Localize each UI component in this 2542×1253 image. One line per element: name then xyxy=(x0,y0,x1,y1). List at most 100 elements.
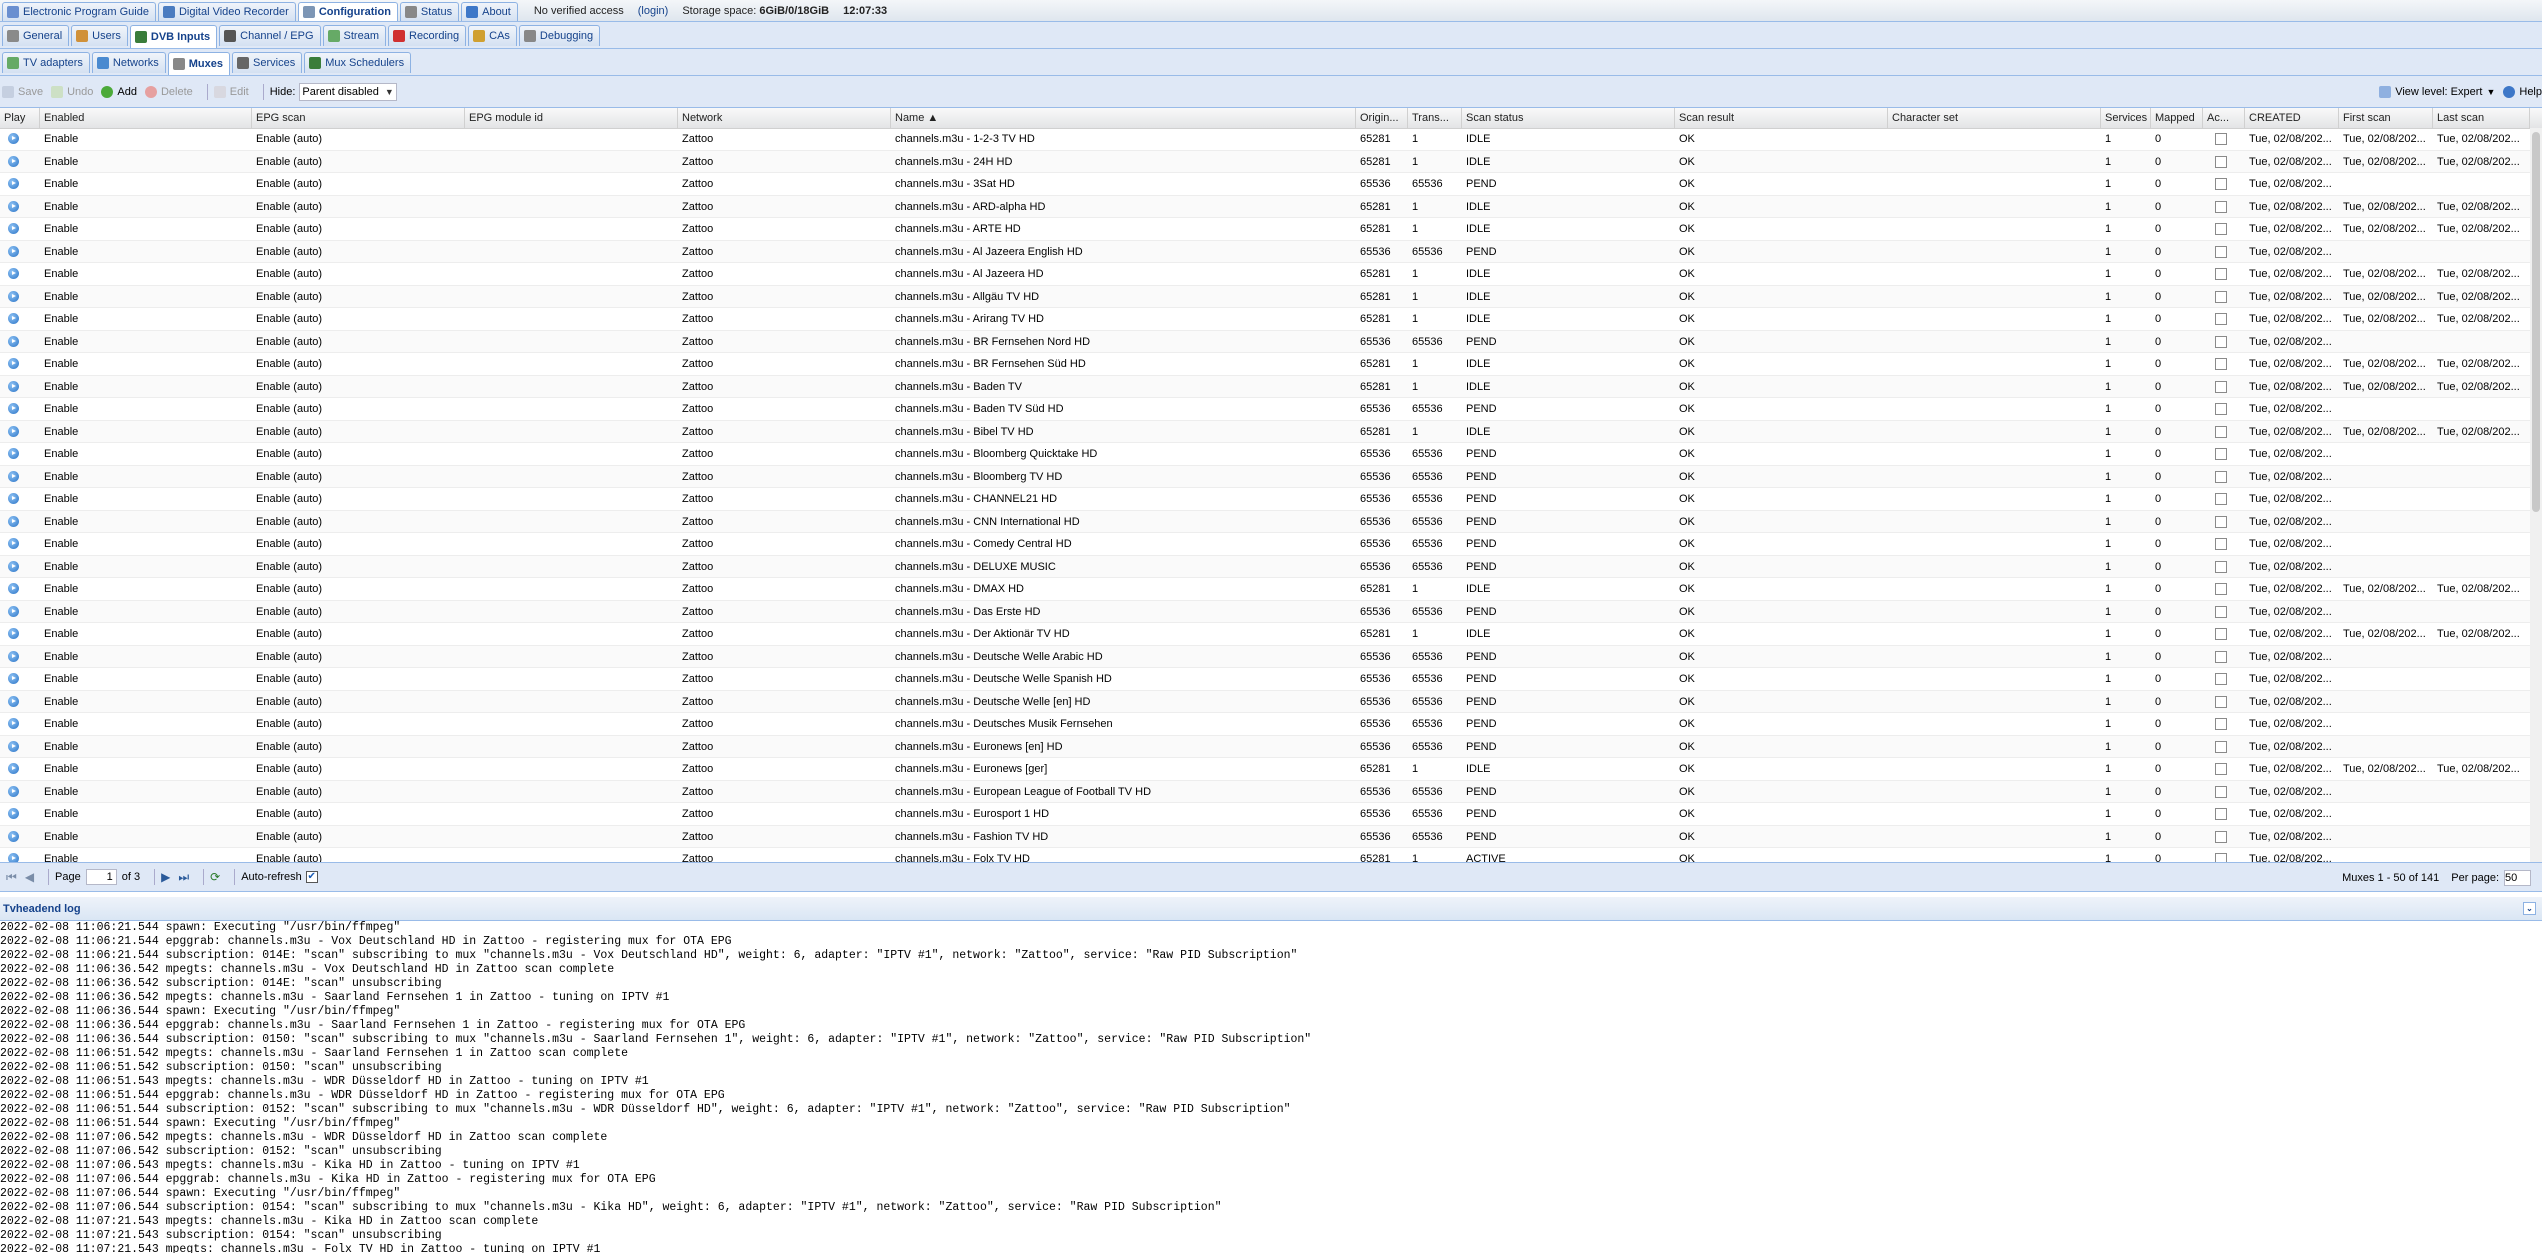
row-checkbox[interactable] xyxy=(2215,785,2227,798)
play-icon[interactable] xyxy=(8,448,19,459)
row-checkbox[interactable] xyxy=(2215,425,2227,438)
row-checkbox[interactable] xyxy=(2215,673,2227,685)
row-checkbox[interactable] xyxy=(2215,583,2227,595)
play-icon[interactable] xyxy=(8,515,19,527)
row-checkbox[interactable] xyxy=(2215,718,2227,730)
table-row[interactable]: Enable Enable (auto) Zattoo channels.m3u - … xyxy=(0,128,2530,151)
column-header[interactable]: Enabled xyxy=(40,108,252,128)
auto-refresh-checkbox[interactable]: ✔ xyxy=(305,871,318,883)
row-checkbox[interactable] xyxy=(2215,335,2227,348)
tab-users[interactable]: Users xyxy=(71,25,128,46)
table-row[interactable]: Enable Enable (auto) Zattoo channels.m3u - … xyxy=(0,353,2530,376)
row-checkbox[interactable] xyxy=(2215,403,2227,415)
tab-configuration[interactable]: Configuration xyxy=(297,2,398,21)
row-checkbox[interactable] xyxy=(2215,290,2227,303)
play-icon[interactable] xyxy=(8,493,19,504)
row-checkbox[interactable] xyxy=(2215,605,2227,618)
play-icon[interactable] xyxy=(8,718,19,729)
tab-recording[interactable]: Recording xyxy=(388,25,467,46)
row-checkbox[interactable] xyxy=(2215,628,2227,640)
column-header[interactable]: First scan xyxy=(2339,108,2433,128)
help-button[interactable]: Help xyxy=(2503,86,2542,98)
row-checkbox[interactable] xyxy=(2215,155,2227,168)
row-checkbox[interactable] xyxy=(2215,268,2227,280)
play-icon[interactable] xyxy=(8,763,19,774)
tab-electronic-program-guide[interactable]: Electronic Program Guide xyxy=(2,2,156,21)
column-header[interactable]: Origin... xyxy=(1356,108,1408,128)
play-icon[interactable] xyxy=(8,830,19,842)
row-checkbox[interactable] xyxy=(2215,470,2227,483)
play-icon[interactable] xyxy=(8,380,19,392)
row-checkbox[interactable] xyxy=(2215,133,2227,145)
delete-button[interactable]: Delete xyxy=(144,85,193,98)
table-row[interactable]: Enable Enable (auto) Zattoo channels.m3u - … xyxy=(0,578,2530,601)
column-header[interactable]: EPG module id xyxy=(465,108,678,128)
column-header[interactable]: Scan result xyxy=(1675,108,1888,128)
play-icon[interactable] xyxy=(8,313,19,324)
column-header[interactable]: Name ▲ xyxy=(891,108,1356,128)
row-checkbox[interactable] xyxy=(2215,448,2227,460)
row-checkbox[interactable] xyxy=(2215,695,2227,708)
play-icon[interactable] xyxy=(8,853,19,862)
table-row[interactable]: Enable Enable (auto) Zattoo channels.m3u - … xyxy=(0,735,2530,758)
table-row[interactable]: Enable Enable (auto) Zattoo channels.m3u - … xyxy=(0,420,2530,443)
tab-muxes[interactable]: Muxes xyxy=(167,52,231,75)
play-icon[interactable] xyxy=(8,155,19,167)
column-header[interactable]: Services xyxy=(2101,108,2151,128)
play-icon[interactable] xyxy=(8,335,19,347)
column-header[interactable]: Trans... xyxy=(1408,108,1462,128)
add-button[interactable]: Add xyxy=(101,85,137,98)
column-header[interactable]: Last scan xyxy=(2433,108,2530,128)
table-row[interactable]: Enable Enable (auto) Zattoo channels.m3u - … xyxy=(0,465,2530,488)
tab-cas[interactable]: CAs xyxy=(468,25,517,46)
collapse-icon[interactable]: ⌄ xyxy=(2523,902,2536,915)
table-row[interactable]: Enable Enable (auto) Zattoo channels.m3u - … xyxy=(0,690,2530,713)
table-row[interactable]: Enable Enable (auto) Zattoo channels.m3u - … xyxy=(0,263,2530,286)
column-header[interactable]: Network xyxy=(678,108,891,128)
tab-debugging[interactable]: Debugging xyxy=(518,25,601,46)
tab-networks[interactable]: Networks xyxy=(91,52,166,73)
row-checkbox[interactable] xyxy=(2215,200,2227,213)
table-row[interactable]: Enable Enable (auto) Zattoo channels.m3u - … xyxy=(0,533,2530,556)
play-icon[interactable] xyxy=(8,605,19,617)
play-icon[interactable] xyxy=(8,290,19,302)
table-row[interactable]: Enable Enable (auto) Zattoo channels.m3u - … xyxy=(0,443,2530,466)
table-row[interactable]: Enable Enable (auto) Zattoo channels.m3u - … xyxy=(0,758,2530,781)
tab-services[interactable]: Services xyxy=(232,52,303,73)
table-row[interactable]: Enable Enable (auto) Zattoo channels.m3u - … xyxy=(0,308,2530,331)
column-header[interactable]: CREATED xyxy=(2245,108,2339,128)
column-header[interactable]: Mapped xyxy=(2151,108,2203,128)
row-checkbox[interactable] xyxy=(2215,245,2227,258)
table-row[interactable]: Enable Enable (auto) Zattoo channels.m3u - … xyxy=(0,240,2530,263)
table-row[interactable]: Enable Enable (auto) Zattoo channels.m3u - … xyxy=(0,195,2530,218)
table-row[interactable]: Enable Enable (auto) Zattoo channels.m3u - … xyxy=(0,825,2530,848)
table-row[interactable]: Enable Enable (auto) Zattoo channels.m3u - … xyxy=(0,488,2530,511)
play-icon[interactable] xyxy=(8,223,19,234)
undo-button[interactable]: Undo xyxy=(51,85,93,98)
first-page-icon[interactable]: ⏮ xyxy=(6,870,17,885)
play-icon[interactable] xyxy=(8,583,19,594)
tab-mux-schedulers[interactable]: Mux Schedulers xyxy=(304,52,412,73)
table-row[interactable]: Enable Enable (auto) Zattoo channels.m3u - … xyxy=(0,173,2530,196)
refresh-icon[interactable]: ⟳ xyxy=(210,870,220,884)
table-row[interactable]: Enable Enable (auto) Zattoo channels.m3u - … xyxy=(0,285,2530,308)
per-page-input[interactable]: 50 xyxy=(2504,870,2531,886)
row-checkbox[interactable] xyxy=(2215,178,2227,190)
play-icon[interactable] xyxy=(8,785,19,797)
tab-stream[interactable]: Stream xyxy=(322,25,386,46)
table-row[interactable]: Enable Enable (auto) Zattoo channels.m3u - … xyxy=(0,713,2530,736)
column-header[interactable]: EPG scan xyxy=(252,108,465,128)
table-row[interactable]: Enable Enable (auto) Zattoo channels.m3u - … xyxy=(0,600,2530,623)
play-icon[interactable] xyxy=(8,740,19,752)
play-icon[interactable] xyxy=(8,695,19,707)
play-icon[interactable] xyxy=(8,268,19,279)
play-icon[interactable] xyxy=(8,403,19,414)
log-panel[interactable]: 2022-02-08 11:06:21.544 spawn: Executing… xyxy=(0,921,2542,1253)
play-icon[interactable] xyxy=(8,808,19,819)
hide-filter-select[interactable]: Parent disabled ▼ xyxy=(299,82,397,101)
scrollbar-thumb[interactable] xyxy=(2532,132,2540,512)
edit-button[interactable]: Edit xyxy=(213,85,249,98)
tab-general[interactable]: General xyxy=(2,25,70,46)
row-checkbox[interactable] xyxy=(2215,515,2227,528)
tab-status[interactable]: Status xyxy=(399,2,460,21)
